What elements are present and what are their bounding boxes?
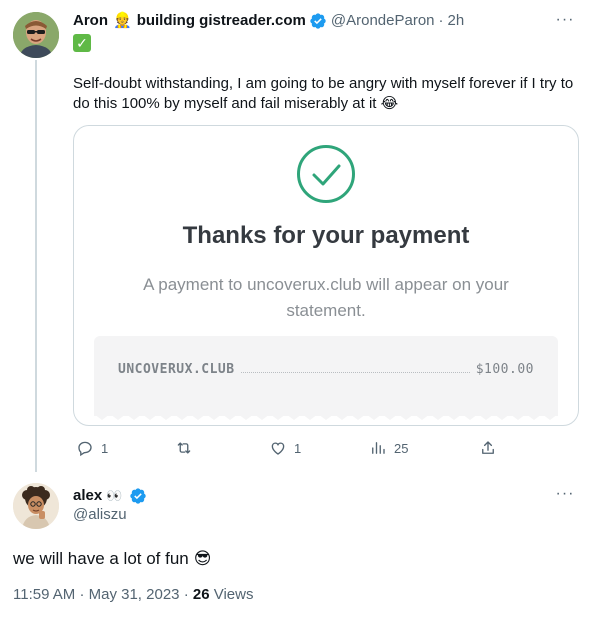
- separator-dot: ·: [79, 586, 85, 603]
- receipt-dots-divider: [240, 367, 470, 373]
- reply-count: 1: [101, 440, 109, 456]
- check-circle-icon: [297, 145, 355, 203]
- reply-icon: [78, 441, 92, 457]
- verified-badge-icon: [130, 488, 147, 504]
- verified-badge-icon: [310, 13, 326, 29]
- tweet-actions: 1 1 25: [73, 437, 573, 459]
- author-handle-alex[interactable]: @aliszu: [73, 506, 127, 523]
- tweet-header: Aron 👷 building gistreader.com @ArondePa…: [73, 11, 464, 31]
- tweet2-views-label: Views: [213, 586, 254, 603]
- tweet-aron[interactable]: Aron 👷 building gistreader.com @ArondePa…: [0, 0, 593, 470]
- tweet-time[interactable]: 2h: [448, 11, 465, 31]
- separator-dot: ·: [183, 586, 189, 603]
- views-count: 25: [394, 440, 409, 456]
- tweet2-header: alex 👀: [73, 486, 151, 506]
- reply-button[interactable]: 1: [76, 437, 108, 459]
- construction-worker-emoji: 👷: [113, 12, 132, 29]
- heart-icon: [271, 442, 285, 455]
- payment-subtitle: A payment to uncoverux.club will appear …: [143, 275, 509, 320]
- avatar-aron[interactable]: [13, 12, 59, 58]
- sunglasses-emoji: 😎: [193, 549, 212, 568]
- payment-title: Thanks for your payment: [182, 222, 470, 249]
- separator-dot: ·: [438, 12, 444, 29]
- like-count: 1: [294, 440, 302, 456]
- receipt-merchant: UNCOVERUX.CLUB: [118, 362, 235, 377]
- more-options-icon[interactable]: ···: [555, 486, 575, 508]
- tweet2-time[interactable]: 11:59 AM: [13, 586, 75, 603]
- eyes-emoji: 👀: [106, 488, 123, 503]
- share-button[interactable]: [479, 437, 497, 459]
- tweet2-meta: 11:59 AM · May 31, 2023 · 26 Views: [13, 586, 253, 603]
- more-options-icon[interactable]: ···: [555, 12, 575, 34]
- tweet-media-card[interactable]: Thanks for your payment A payment to unc…: [73, 125, 579, 426]
- receipt-zigzag-edge: [94, 408, 558, 420]
- tweet2-text-wrap: we will have a lot of fun 😎: [13, 548, 212, 570]
- receipt: UNCOVERUX.CLUB $100.00: [94, 336, 558, 416]
- views-button[interactable]: 25: [369, 437, 408, 459]
- receipt-amount: $100.00: [475, 362, 534, 377]
- check-mark-emoji: ✓: [73, 34, 91, 52]
- retweet-button[interactable]: [175, 437, 200, 459]
- author-handle[interactable]: @ArondeParon: [331, 11, 435, 31]
- tweet2-date[interactable]: May 31, 2023: [89, 586, 180, 603]
- tweet2-text: we will have a lot of fun: [13, 549, 189, 568]
- receipt-row: UNCOVERUX.CLUB $100.00: [118, 362, 534, 377]
- author-name-alex[interactable]: alex: [73, 486, 102, 506]
- tweet2-views-count: 26: [192, 586, 210, 603]
- retweet-icon: [177, 442, 191, 454]
- avatar-alex[interactable]: [13, 483, 59, 529]
- like-button[interactable]: 1: [269, 437, 301, 459]
- share-icon: [482, 441, 494, 454]
- views-chart-icon: [372, 442, 385, 454]
- author-bio-name[interactable]: building gistreader.com: [137, 11, 306, 31]
- tweet-text: Self-doubt withstanding, I am going to b…: [73, 75, 574, 112]
- author-name[interactable]: Aron: [73, 11, 108, 31]
